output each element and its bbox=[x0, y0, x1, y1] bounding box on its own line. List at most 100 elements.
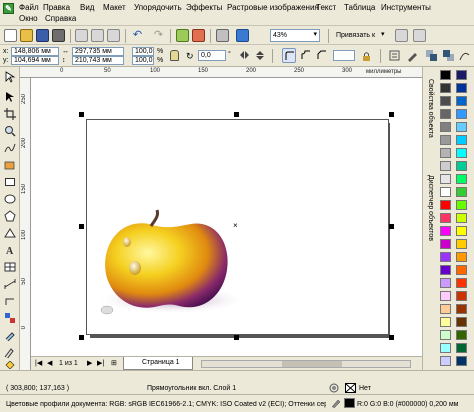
to-back-icon[interactable] bbox=[442, 49, 455, 62]
lock-ratio-icon[interactable] bbox=[170, 50, 179, 61]
palette-swatch[interactable] bbox=[440, 330, 451, 340]
fill-indicator-icon[interactable] bbox=[328, 383, 340, 393]
rotation-angle-field[interactable]: 0,0 bbox=[198, 50, 226, 61]
menu-layout[interactable]: Макет bbox=[103, 3, 126, 13]
scrollbar-thumb[interactable] bbox=[282, 361, 342, 367]
basic-shapes-tool-icon[interactable] bbox=[4, 227, 16, 239]
palette-swatch[interactable] bbox=[440, 226, 451, 236]
table-tool-icon[interactable] bbox=[4, 261, 16, 273]
palette-swatch[interactable] bbox=[456, 356, 467, 366]
tab-object-properties[interactable]: Свойства объекта bbox=[424, 79, 436, 167]
corner-radius-field[interactable] bbox=[333, 50, 355, 61]
palette-swatch[interactable] bbox=[456, 83, 467, 93]
paste-icon[interactable] bbox=[107, 29, 120, 42]
menu-window[interactable]: Окно bbox=[19, 14, 38, 24]
palette-swatch[interactable] bbox=[440, 291, 451, 301]
menu-bitmaps[interactable]: Растровые изображения bbox=[227, 3, 319, 13]
selection-handle-e[interactable] bbox=[389, 224, 394, 229]
palette-swatch[interactable] bbox=[456, 200, 467, 210]
text-tool-icon[interactable]: A bbox=[4, 244, 16, 257]
palette-swatch[interactable] bbox=[456, 109, 467, 119]
import-icon[interactable] bbox=[176, 29, 189, 42]
print-icon[interactable] bbox=[52, 29, 65, 42]
ellipse-tool-icon[interactable] bbox=[4, 193, 16, 205]
palette-swatch[interactable] bbox=[440, 213, 451, 223]
lock-icon[interactable] bbox=[360, 50, 373, 63]
apple-image[interactable] bbox=[87, 120, 390, 336]
palette-swatch[interactable] bbox=[440, 252, 451, 262]
palette-swatch[interactable] bbox=[440, 96, 451, 106]
next-page-icon[interactable]: ▶ bbox=[87, 360, 92, 368]
menu-help[interactable]: Справка bbox=[45, 14, 76, 24]
previous-page-icon[interactable]: ◀ bbox=[47, 360, 52, 368]
welcome-screen-icon[interactable] bbox=[413, 29, 426, 42]
palette-swatch[interactable] bbox=[440, 200, 451, 210]
blend-tool-icon[interactable] bbox=[4, 312, 16, 324]
selection-handle-nw[interactable] bbox=[79, 112, 84, 117]
palette-swatch[interactable] bbox=[456, 135, 467, 145]
to-front-icon[interactable] bbox=[425, 49, 438, 62]
palette-swatch[interactable] bbox=[440, 187, 451, 197]
palette-swatch[interactable] bbox=[456, 70, 467, 80]
outline-color-swatch[interactable] bbox=[344, 398, 355, 408]
first-page-icon[interactable]: |◀ bbox=[35, 360, 42, 368]
new-document-icon[interactable] bbox=[4, 29, 17, 42]
x-position-field[interactable]: 148,806 мм bbox=[11, 47, 59, 56]
palette-swatch[interactable] bbox=[440, 356, 451, 366]
undo-icon[interactable]: ↶ bbox=[131, 29, 144, 42]
menu-text[interactable]: Текст bbox=[316, 3, 336, 13]
shape-tool-icon[interactable] bbox=[4, 91, 16, 103]
palette-swatch[interactable] bbox=[440, 83, 451, 93]
zoom-level-field[interactable]: 43% ▾ bbox=[270, 29, 320, 42]
rectangle-tool-icon[interactable] bbox=[4, 176, 16, 188]
outline-pen-status-icon[interactable] bbox=[331, 398, 341, 409]
wrap-text-icon[interactable] bbox=[388, 49, 401, 62]
palette-swatch[interactable] bbox=[456, 278, 467, 288]
color-profile-info[interactable]: Цветовые профили документа: RGB: sRGB IE… bbox=[6, 401, 326, 409]
palette-swatch[interactable] bbox=[456, 213, 467, 223]
smart-fill-tool-icon[interactable] bbox=[4, 159, 16, 171]
palette-swatch[interactable] bbox=[440, 70, 451, 80]
palette-swatch[interactable] bbox=[456, 252, 467, 262]
palette-swatch[interactable] bbox=[456, 96, 467, 106]
palette-swatch[interactable] bbox=[440, 265, 451, 275]
mirror-horizontal-icon[interactable] bbox=[238, 49, 251, 62]
menu-view[interactable]: Вид bbox=[80, 3, 94, 13]
convert-to-curves-icon[interactable] bbox=[458, 49, 471, 62]
palette-swatch[interactable] bbox=[456, 343, 467, 353]
palette-swatch[interactable] bbox=[456, 148, 467, 158]
page-tab[interactable]: Страница 1 bbox=[123, 357, 193, 370]
freehand-tool-icon[interactable] bbox=[4, 142, 16, 154]
palette-swatch[interactable] bbox=[440, 317, 451, 327]
palette-swatch[interactable] bbox=[440, 343, 451, 353]
selection-handle-w[interactable] bbox=[79, 224, 84, 229]
y-position-field[interactable]: 104,694 мм bbox=[11, 56, 59, 65]
tab-object-manager[interactable]: Диспетчер объектов bbox=[424, 175, 436, 285]
width-field[interactable]: 297,735 мм bbox=[72, 47, 124, 56]
chevron-down-icon[interactable]: ▾ bbox=[381, 31, 385, 39]
palette-swatch[interactable] bbox=[440, 278, 451, 288]
add-page-icon[interactable]: ⊞ bbox=[111, 360, 117, 368]
application-launcher-icon[interactable] bbox=[216, 29, 229, 42]
pick-tool-icon[interactable] bbox=[4, 71, 16, 83]
export-icon[interactable] bbox=[192, 29, 205, 42]
rectangle-corner-scallop-icon[interactable] bbox=[299, 48, 312, 61]
horizontal-ruler[interactable]: 0 50 100 150 200 250 300 миллиметры bbox=[20, 67, 422, 78]
palette-swatch[interactable] bbox=[456, 187, 467, 197]
outline-pen-icon[interactable] bbox=[406, 49, 419, 62]
corel-online-icon[interactable] bbox=[236, 29, 249, 42]
menu-tools[interactable]: Инструменты bbox=[381, 3, 431, 13]
palette-swatch[interactable] bbox=[456, 304, 467, 314]
fill-tool-icon[interactable] bbox=[4, 360, 16, 370]
palette-swatch[interactable] bbox=[440, 174, 451, 184]
mirror-vertical-icon[interactable] bbox=[254, 49, 267, 62]
palette-swatch[interactable] bbox=[456, 239, 467, 249]
palette-swatch[interactable] bbox=[440, 304, 451, 314]
palette-swatch[interactable] bbox=[456, 317, 467, 327]
selection-handle-sw[interactable] bbox=[79, 335, 84, 340]
palette-swatch[interactable] bbox=[456, 330, 467, 340]
height-field[interactable]: 210,743 мм bbox=[72, 56, 124, 65]
menu-edit[interactable]: Правка bbox=[43, 3, 70, 13]
save-icon[interactable] bbox=[36, 29, 49, 42]
palette-swatch[interactable] bbox=[440, 109, 451, 119]
